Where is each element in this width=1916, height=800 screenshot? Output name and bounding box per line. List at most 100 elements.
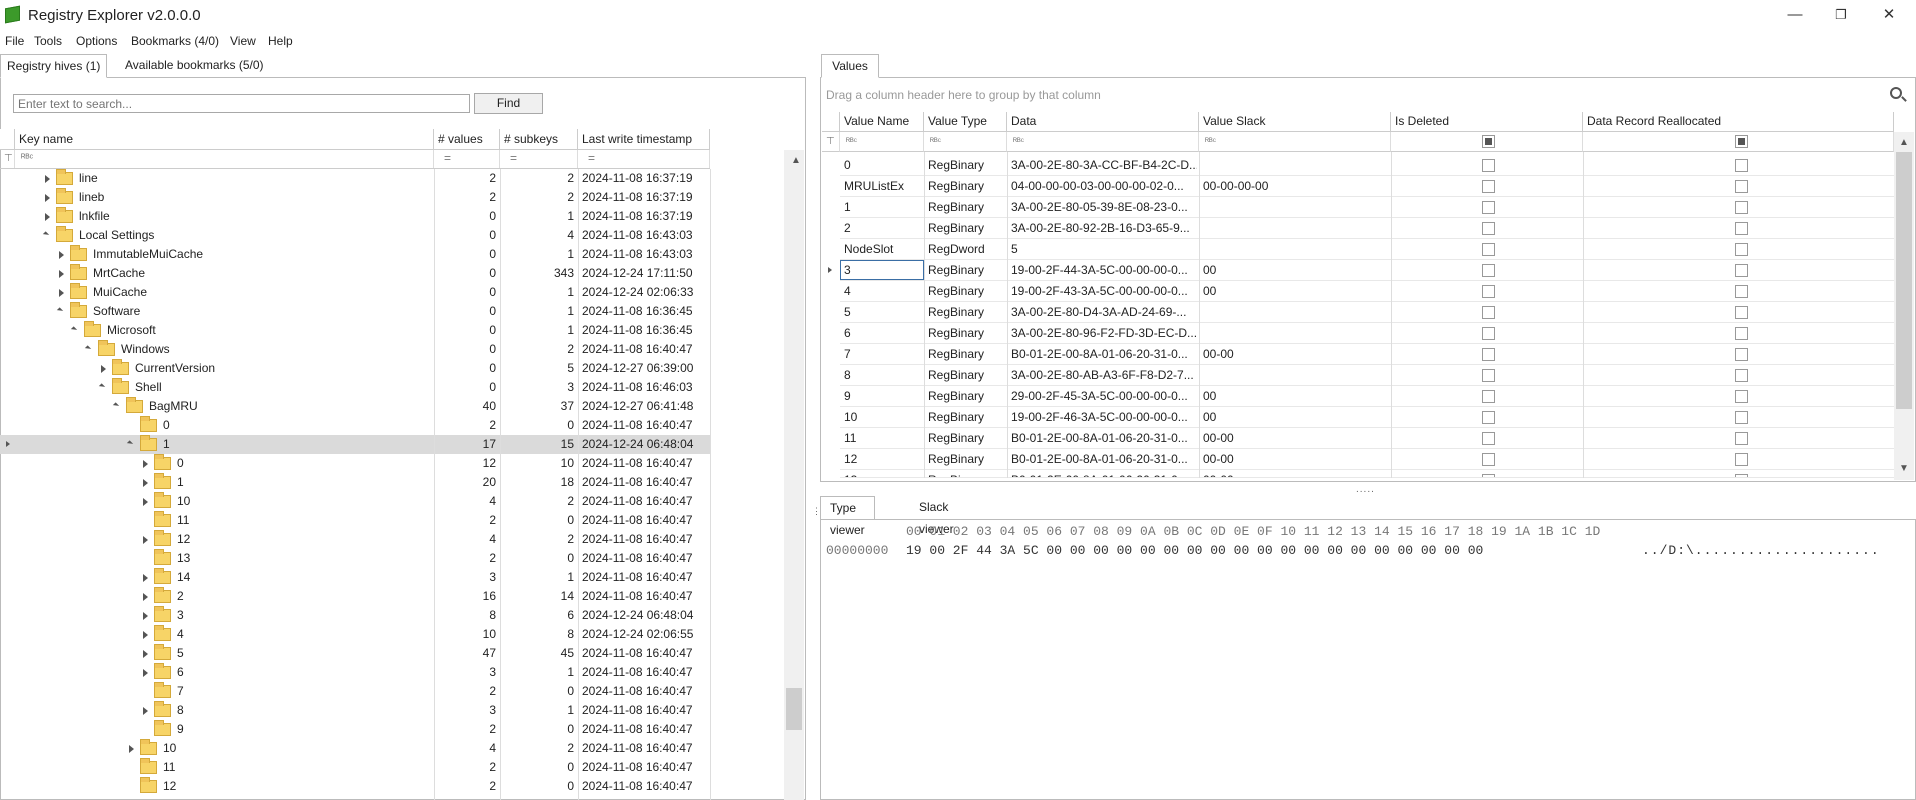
filter-is-deleted[interactable]	[1391, 132, 1583, 152]
tree-row[interactable]: 2 16 14 2024-11-08 16:40:47	[0, 587, 710, 606]
tab-registry-hives[interactable]: Registry hives (1)	[0, 54, 108, 78]
tree-row[interactable]: 0 12 10 2024-11-08 16:40:47	[0, 454, 710, 473]
is-deleted-checkbox[interactable]	[1482, 159, 1495, 172]
filter-timestamp[interactable]: =	[578, 150, 710, 168]
is-deleted-checkbox[interactable]	[1482, 369, 1495, 382]
collapse-arrow-icon[interactable]	[126, 440, 134, 447]
is-deleted-checkbox[interactable]	[1482, 411, 1495, 424]
reallocated-checkbox[interactable]	[1735, 306, 1748, 319]
expand-arrow-icon[interactable]	[45, 213, 50, 221]
is-deleted-checkbox[interactable]	[1482, 453, 1495, 466]
find-button[interactable]: Find	[474, 93, 543, 114]
tree-row[interactable]: lnkfile 0 1 2024-11-08 16:37:19	[0, 207, 710, 226]
is-deleted-checkbox[interactable]	[1482, 348, 1495, 361]
collapse-arrow-icon[interactable]	[70, 326, 78, 333]
expand-arrow-icon[interactable]	[129, 745, 134, 753]
tree-row[interactable]: 0 2 0 2024-11-08 16:40:47	[0, 416, 710, 435]
expand-arrow-icon[interactable]	[101, 365, 106, 373]
tree-row[interactable]: line 2 2 2024-11-08 16:37:19	[0, 169, 710, 188]
values-scroll-down-icon[interactable]: ▼	[1899, 463, 1909, 474]
tab-values[interactable]: Values	[821, 54, 879, 78]
reallocated-checkbox[interactable]	[1735, 222, 1748, 235]
column-values[interactable]: # values	[434, 129, 500, 150]
value-row[interactable]: 10 RegBinary 19-00-2F-46-3A-5C-00-00-00-0.…	[840, 407, 1894, 428]
is-deleted-checkbox[interactable]	[1482, 285, 1495, 298]
is-deleted-checkbox[interactable]	[1482, 264, 1495, 277]
value-row[interactable]: 1 RegBinary 3A-00-2E-80-05-39-8E-08-23-0..…	[840, 197, 1894, 218]
tree-scroll-thumb[interactable]	[786, 688, 802, 730]
tree-row[interactable]: Microsoft 0 1 2024-11-08 16:36:45	[0, 321, 710, 340]
filter-subkeys[interactable]: =	[500, 150, 578, 168]
tree-row[interactable]: 1 17 15 2024-12-24 06:48:04	[0, 435, 710, 454]
tab-slack-viewer[interactable]: Slack viewer	[910, 496, 963, 536]
column-last-write[interactable]: Last write timestamp	[578, 129, 710, 150]
tree-row[interactable]: 10 4 2 2024-11-08 16:40:47	[0, 492, 710, 511]
expand-arrow-icon[interactable]	[143, 669, 148, 677]
values-scroll-thumb[interactable]	[1896, 152, 1912, 409]
reallocated-checkbox[interactable]	[1735, 411, 1748, 424]
reallocated-checkbox[interactable]	[1735, 390, 1748, 403]
expand-arrow-icon[interactable]	[143, 593, 148, 601]
filter-value-slack[interactable]: ᴿᴮᶜ	[1199, 132, 1391, 152]
value-row[interactable]: 6 RegBinary 3A-00-2E-80-96-F2-FD-3D-EC-D..…	[840, 323, 1894, 344]
expand-arrow-icon[interactable]	[143, 650, 148, 658]
tree-row[interactable]: 11 2 0 2024-11-08 16:40:47	[0, 758, 710, 777]
collapse-arrow-icon[interactable]	[42, 231, 50, 238]
expand-arrow-icon[interactable]	[59, 270, 64, 278]
column-value-name[interactable]: Value Name	[840, 112, 924, 132]
is-deleted-checkbox[interactable]	[1482, 243, 1495, 256]
tree-row[interactable]: 8 3 1 2024-11-08 16:40:47	[0, 701, 710, 720]
filter-deleted-checkbox[interactable]	[1482, 135, 1495, 148]
tree-row[interactable]: 9 2 0 2024-11-08 16:40:47	[0, 720, 710, 739]
expand-arrow-icon[interactable]	[143, 612, 148, 620]
value-row[interactable]: 9 RegBinary 29-00-2F-45-3A-5C-00-00-00-0..…	[840, 386, 1894, 407]
reallocated-checkbox[interactable]	[1735, 243, 1748, 256]
collapse-arrow-icon[interactable]	[84, 345, 92, 352]
maximize-button[interactable]: ❐	[1818, 0, 1864, 30]
collapse-arrow-icon[interactable]	[56, 307, 64, 314]
value-row[interactable]: 0 RegBinary 3A-00-2E-80-3A-CC-BF-B4-2C-D..…	[840, 155, 1894, 176]
reallocated-checkbox[interactable]	[1735, 201, 1748, 214]
value-row[interactable]: 8 RegBinary 3A-00-2E-80-AB-A3-6F-F8-D2-7..…	[840, 365, 1894, 386]
value-row[interactable]: 2 RegBinary 3A-00-2E-80-92-2B-16-D3-65-9..…	[840, 218, 1894, 239]
menu-view[interactable]: View	[230, 34, 256, 48]
tree-row[interactable]: 6 3 1 2024-11-08 16:40:47	[0, 663, 710, 682]
search-icon[interactable]	[1890, 87, 1902, 99]
reallocated-checkbox[interactable]	[1735, 180, 1748, 193]
value-row[interactable]: 5 RegBinary 3A-00-2E-80-D4-3A-AD-24-69-...	[840, 302, 1894, 323]
column-key-name[interactable]: Key name	[15, 129, 434, 150]
tab-type-viewer[interactable]: Type viewer	[820, 496, 875, 537]
hex-ascii[interactable]: ../D:\.....................	[1642, 543, 1880, 558]
collapse-arrow-icon[interactable]	[98, 383, 106, 390]
expand-arrow-icon[interactable]	[45, 194, 50, 202]
tree-row[interactable]: MuiCache 0 1 2024-12-24 02:06:33	[0, 283, 710, 302]
tree-row[interactable]: 10 4 2 2024-11-08 16:40:47	[0, 739, 710, 758]
tree-row[interactable]: 14 3 1 2024-11-08 16:40:47	[0, 568, 710, 587]
tree-row[interactable]: lineb 2 2 2024-11-08 16:37:19	[0, 188, 710, 207]
filter-values[interactable]: =	[434, 150, 500, 168]
expand-arrow-icon[interactable]	[143, 460, 148, 468]
tree-row[interactable]: MrtCache 0 343 2024-12-24 17:11:50	[0, 264, 710, 283]
menu-options[interactable]: Options	[76, 34, 117, 48]
is-deleted-checkbox[interactable]	[1482, 306, 1495, 319]
tree-row[interactable]: CurrentVersion 0 5 2024-12-27 06:39:00	[0, 359, 710, 378]
menu-help[interactable]: Help	[268, 34, 293, 48]
filter-value-type[interactable]: ᴿᴮᶜ	[924, 132, 1007, 152]
column-subkeys[interactable]: # subkeys	[500, 129, 578, 150]
expand-arrow-icon[interactable]	[143, 631, 148, 639]
is-deleted-checkbox[interactable]	[1482, 390, 1495, 403]
value-row[interactable]: 13 RegBinary B0-01-2E-00-8A-01-06-20-31-0.…	[840, 470, 1894, 478]
is-deleted-checkbox[interactable]	[1482, 327, 1495, 340]
scroll-up-arrow-icon[interactable]: ▲	[791, 155, 801, 166]
reallocated-checkbox[interactable]	[1735, 369, 1748, 382]
reallocated-checkbox[interactable]	[1735, 453, 1748, 466]
tab-available-bookmarks[interactable]: Available bookmarks (5/0)	[119, 54, 270, 78]
column-is-deleted[interactable]: Is Deleted	[1391, 112, 1583, 132]
is-deleted-checkbox[interactable]	[1482, 201, 1495, 214]
reallocated-checkbox[interactable]	[1735, 327, 1748, 340]
tree-row[interactable]: 12 4 2 2024-11-08 16:40:47	[0, 530, 710, 549]
search-input[interactable]	[13, 94, 470, 113]
menu-bookmarks[interactable]: Bookmarks (4/0)	[131, 34, 219, 48]
expand-arrow-icon[interactable]	[45, 175, 50, 183]
tree-row[interactable]: Windows 0 2 2024-11-08 16:40:47	[0, 340, 710, 359]
